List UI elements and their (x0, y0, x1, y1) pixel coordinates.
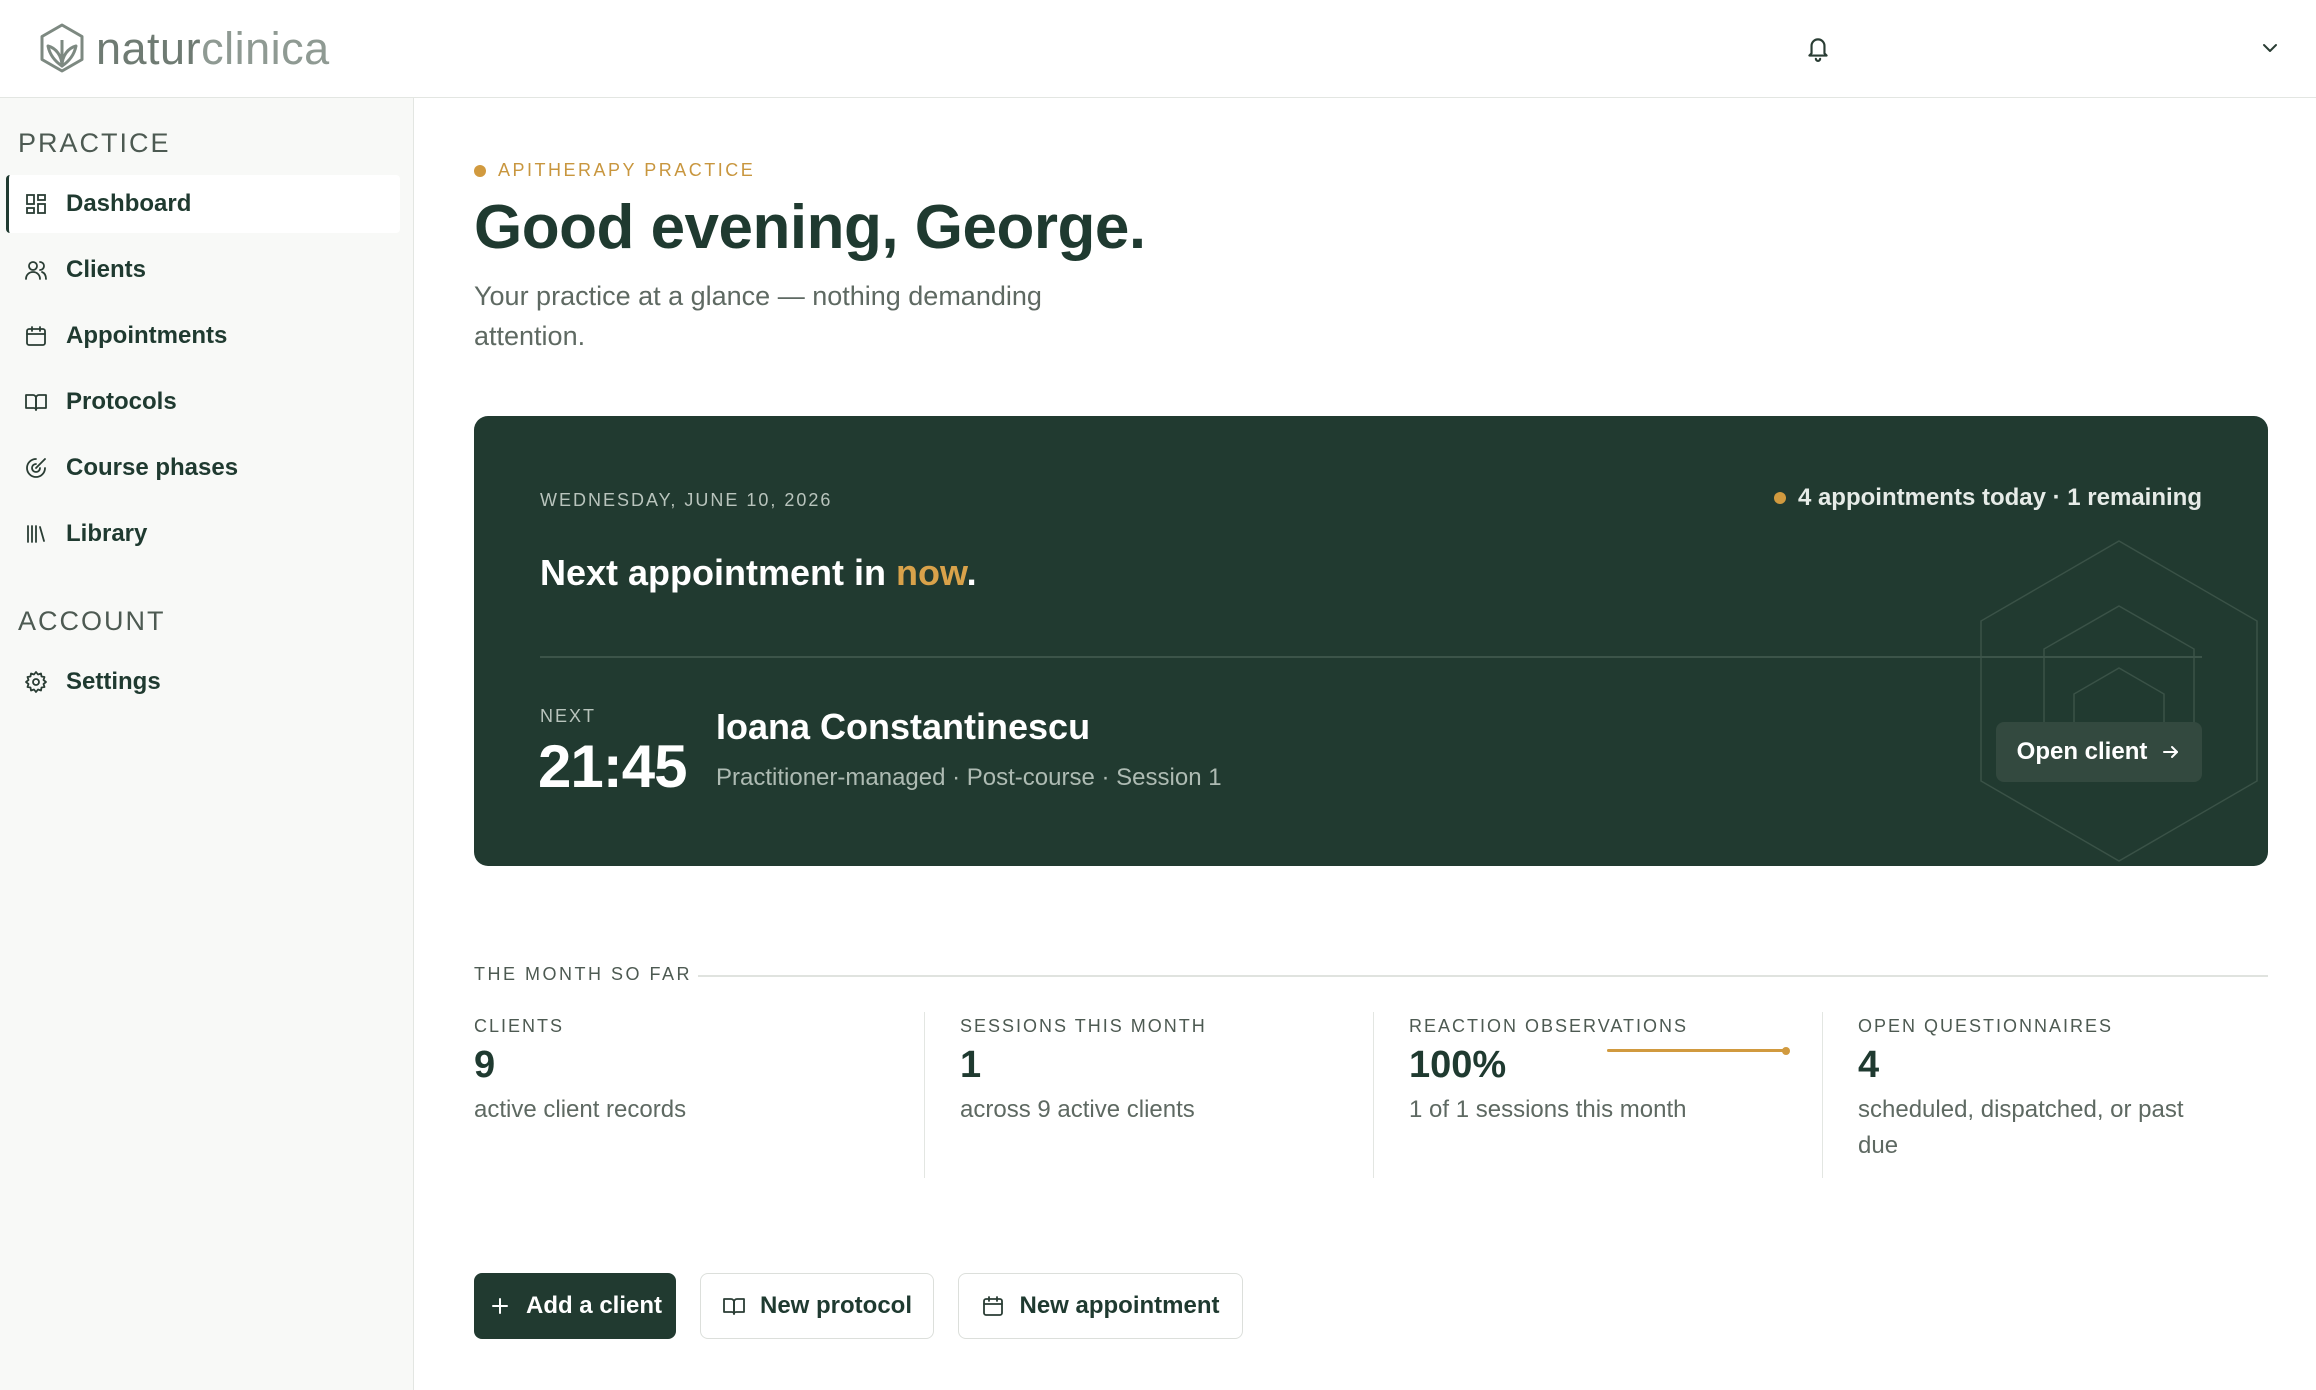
new-appointment-button[interactable]: New appointment (958, 1273, 1243, 1339)
sidebar-heading-account: ACCOUNT (18, 606, 166, 636)
new-appointment-label: New appointment (1019, 1292, 1220, 1319)
stat-description: 1 of 1 sessions this month (1409, 1096, 1687, 1123)
add-client-button[interactable]: Add a client (474, 1273, 676, 1339)
sidebar-item-library[interactable]: Library (6, 505, 400, 563)
chevron-down-icon (2263, 44, 2277, 52)
book-icon (25, 394, 47, 411)
reaction-progress-bar (1607, 1046, 1790, 1055)
page-title: Good evening, George. (474, 193, 1146, 262)
page-subtitle: Your practice at a glance — nothing dema… (474, 281, 1042, 351)
appointment-time: 21:45 (538, 733, 687, 800)
stat-value: 1 (960, 1044, 982, 1086)
stat-description: scheduled, dispatched, or past due (1858, 1096, 2184, 1159)
arrow-right-icon (2163, 746, 2179, 758)
brand-logo[interactable]: naturclinica (38, 20, 330, 76)
stat-description: across 9 active clients (960, 1096, 1195, 1123)
stat-label: CLIENTS (474, 1016, 565, 1036)
stat-value: 4 (1858, 1044, 1880, 1086)
calendar-icon (983, 1296, 1004, 1316)
practice-type-eyebrow: APITHERAPY PRACTICE (474, 160, 755, 181)
account-menu-button[interactable] (2256, 34, 2284, 62)
new-protocol-button[interactable]: New protocol (700, 1273, 934, 1339)
sidebar-item-label: Protocols (66, 388, 177, 415)
accent-dot (474, 164, 486, 177)
stat-clients: CLIENTS 9 active client records (474, 1012, 924, 1178)
next-suffix: . (966, 552, 977, 593)
stat-value: 100% (1409, 1044, 1507, 1086)
month-section-divider (698, 975, 2268, 977)
next-appointment-card: WEDNESDAY, JUNE 10, 2026 4 appointments … (474, 416, 2268, 866)
top-bar: naturclinica (0, 0, 2316, 98)
reaction-progress-fill (1607, 1046, 1790, 1055)
library-icon (27, 525, 45, 543)
sidebar-item-protocols[interactable]: Protocols (6, 373, 400, 431)
current-date: WEDNESDAY, JUNE 10, 2026 (540, 490, 833, 510)
next-label: NEXT (540, 706, 597, 726)
brand-name-part1: natur (96, 22, 202, 74)
stat-description: active client records (474, 1096, 687, 1123)
divider (540, 656, 2202, 658)
sidebar-item-label: Appointments (66, 322, 228, 349)
bell-icon (1808, 38, 1828, 62)
notifications-button[interactable] (1800, 30, 1836, 66)
sidebar-item-label: Library (66, 520, 148, 547)
next-prefix: Next appointment in (540, 552, 897, 593)
users-icon (25, 261, 47, 280)
plus-icon (491, 1298, 508, 1314)
eyebrow-label: APITHERAPY PRACTICE (498, 160, 756, 180)
client-name: Ioana Constantinescu (716, 706, 1091, 747)
calendar-icon (26, 326, 46, 346)
client-meta: Practitioner-managed · Post-course · Ses… (716, 764, 1222, 791)
sidebar-item-course-phases[interactable]: Course phases (6, 439, 400, 497)
sidebar-heading-practice: PRACTICE (18, 128, 171, 158)
hexagon-decoration-icon (1980, 540, 2258, 862)
next-highlight: now (896, 552, 967, 593)
next-appointment-heading: Next appointment in now. (540, 552, 977, 594)
stat-label: REACTION OBSERVATIONS (1409, 1016, 1689, 1036)
sidebar-item-clients[interactable]: Clients (6, 241, 400, 299)
stat-sessions: SESSIONS THIS MONTH 1 across 9 active cl… (924, 1012, 1373, 1178)
open-client-label: Open client (2016, 738, 2148, 765)
status-text: 4 appointments today · 1 remaining (1797, 484, 2202, 511)
open-client-button[interactable]: Open client (1996, 722, 2202, 782)
brand-name: naturclinica (96, 26, 330, 71)
appointments-today-status: 4 appointments today · 1 remaining (1773, 484, 2202, 512)
phases-icon (26, 458, 46, 478)
month-section-label: THE MONTH SO FAR (474, 964, 693, 984)
brand-name-part2: clinica (201, 22, 330, 74)
stat-questionnaires: OPEN QUESTIONNAIRES 4 scheduled, dispatc… (1822, 1012, 2268, 1178)
stat-reactions: REACTION OBSERVATIONS 100% 1 of 1 sessio… (1373, 1012, 1822, 1178)
status-dot (1773, 492, 1786, 504)
sidebar-item-label: Dashboard (66, 190, 192, 217)
sidebar-item-label: Clients (66, 256, 147, 283)
dashboard-icon (26, 194, 46, 214)
new-protocol-label: New protocol (759, 1292, 912, 1319)
book-icon (723, 1298, 745, 1315)
leaf-hexagon-icon (40, 23, 84, 73)
add-client-label: Add a client (525, 1292, 663, 1319)
sidebar-item-settings[interactable]: Settings (6, 653, 400, 711)
stat-value: 9 (474, 1044, 496, 1086)
sidebar: PRACTICE Dashboard Clients Appointments … (0, 98, 414, 1390)
gear-icon (25, 671, 47, 693)
progress-knob (1782, 1046, 1790, 1055)
sidebar-item-label: Settings (66, 668, 161, 695)
stat-label: OPEN QUESTIONNAIRES (1858, 1016, 2114, 1036)
sidebar-item-dashboard[interactable]: Dashboard (6, 175, 400, 233)
stat-label: SESSIONS THIS MONTH (960, 1016, 1207, 1036)
sidebar-item-appointments[interactable]: Appointments (6, 307, 400, 365)
sidebar-item-label: Course phases (66, 454, 239, 481)
